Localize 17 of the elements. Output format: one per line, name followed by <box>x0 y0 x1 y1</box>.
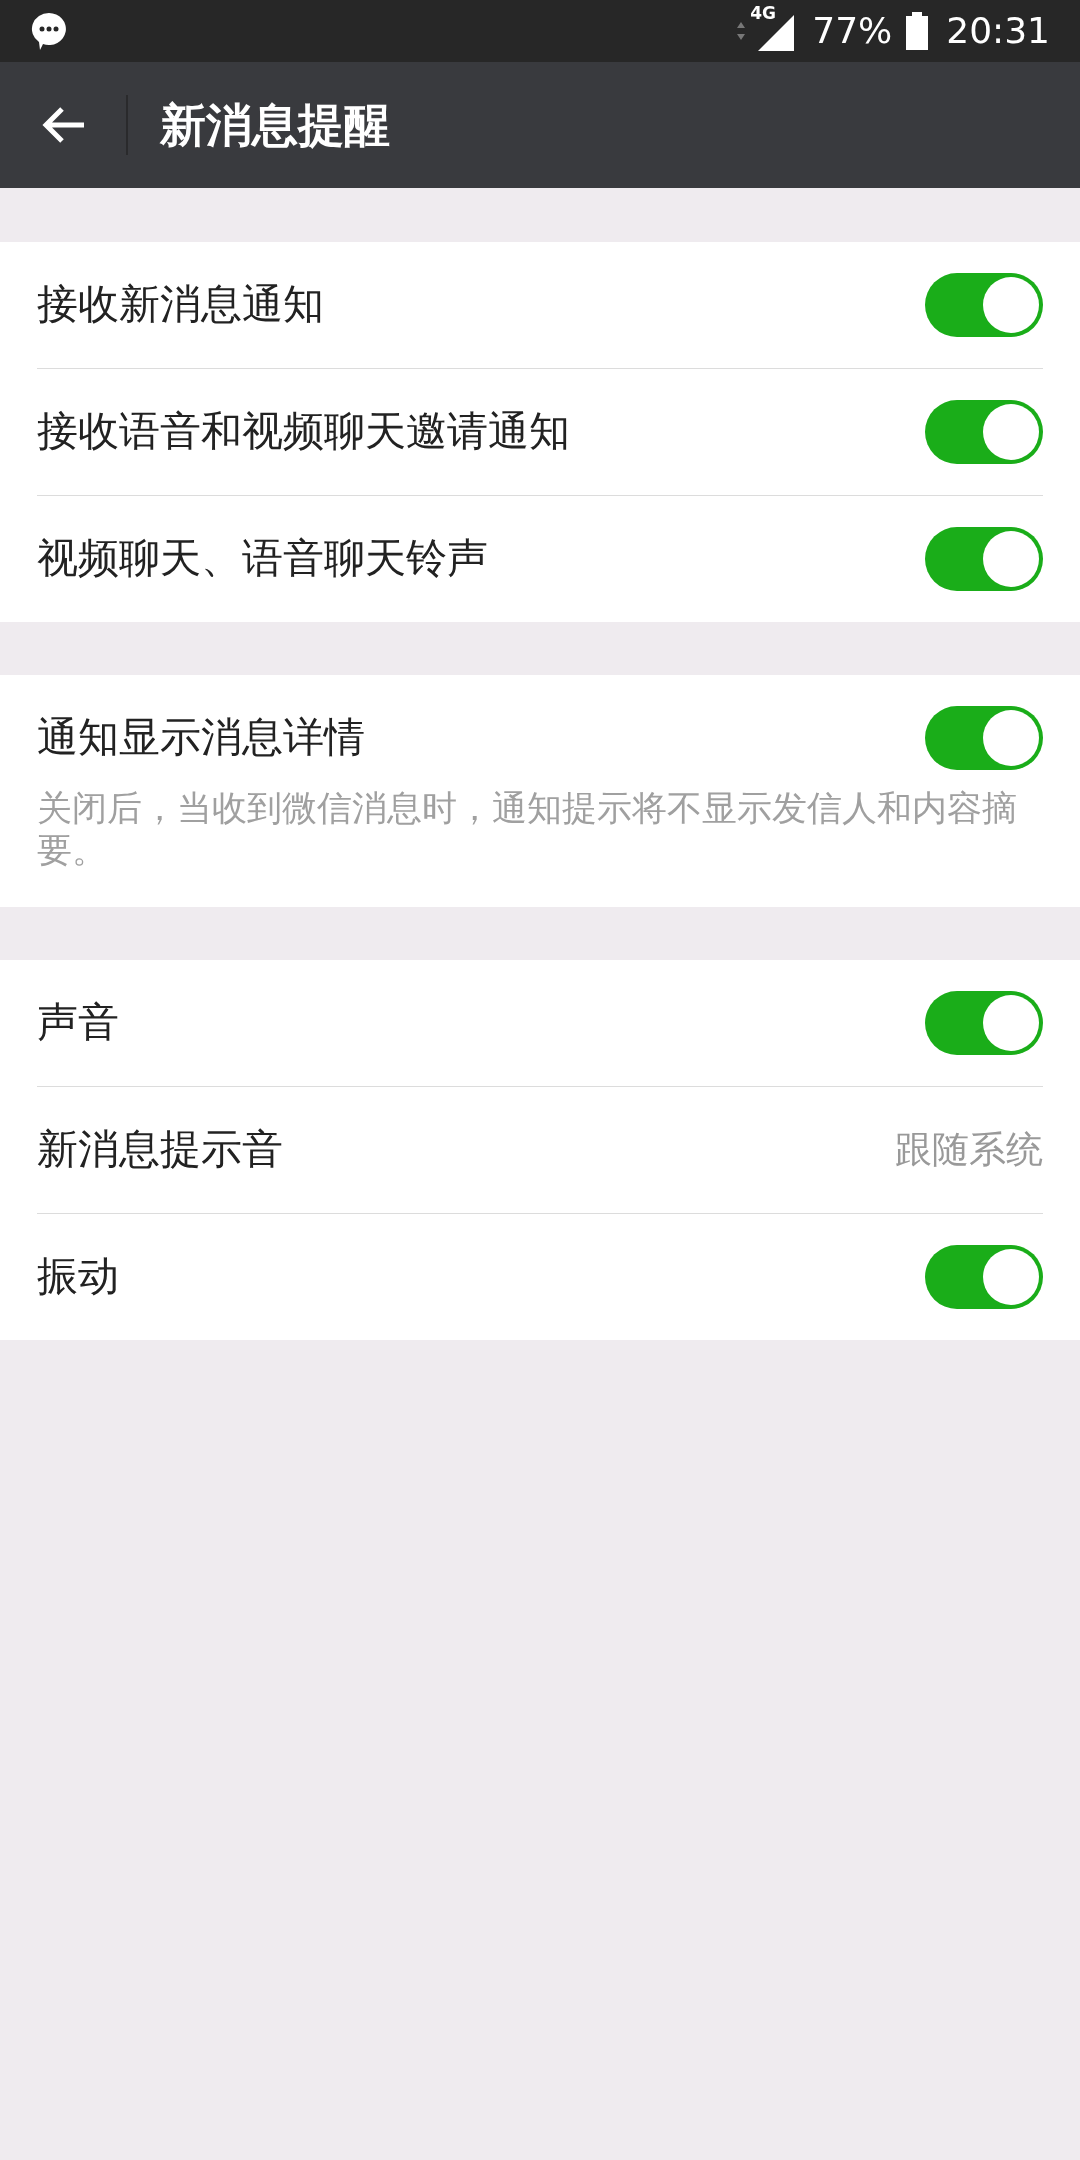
setting-label: 振动 <box>37 1251 120 1303</box>
page-title: 新消息提醒 <box>160 96 390 154</box>
battery-percentage: 77% <box>812 9 893 53</box>
setting-label: 通知显示消息详情 <box>37 712 366 764</box>
setting-label: 新消息提示音 <box>37 1124 284 1176</box>
back-arrow-icon <box>40 105 86 145</box>
setting-label: 视频聊天、语音聊天铃声 <box>37 533 489 585</box>
setting-label: 接收新消息通知 <box>37 279 325 331</box>
clock: 20:31 <box>946 9 1050 53</box>
setting-value: 跟随系统 <box>895 1127 1043 1174</box>
setting-description: 关闭后，当收到微信消息时，通知提示将不显示发信人和内容摘要。 <box>37 787 1018 872</box>
network-type: 4G <box>750 5 777 22</box>
data-arrows-icon <box>736 20 747 42</box>
chat-bubble-icon <box>30 11 68 51</box>
battery-icon <box>906 12 929 50</box>
setting-label: 接收语音和视频聊天邀请通知 <box>37 406 571 458</box>
setting-label: 声音 <box>37 997 120 1049</box>
